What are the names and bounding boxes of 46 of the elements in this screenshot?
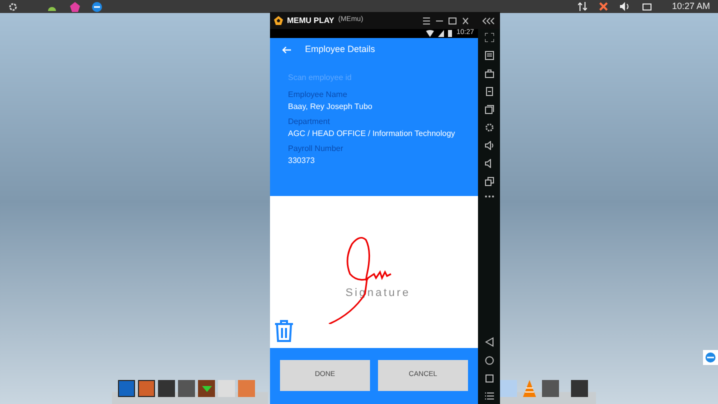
volume-up-icon[interactable] [484,141,494,150]
maximize-icon[interactable] [448,16,457,24]
field-label: Payroll Number [288,143,344,155]
screen-title: Employee Details [305,43,376,56]
back-arrow-icon[interactable] [282,46,291,54]
field-label: Department [288,116,331,128]
recent-apps-icon[interactable] [484,374,494,383]
settings-icon[interactable] [484,123,494,132]
list-icon[interactable] [484,392,494,400]
more-icon[interactable] [484,195,494,198]
switch-app-icon[interactable] [218,380,235,397]
scan-input-field[interactable]: Scan employee id [288,66,460,88]
close-icon[interactable] [461,16,470,24]
clock-text: 10:27 AM [672,0,710,13]
battery-icon[interactable] [642,2,652,11]
network-icon[interactable] [578,2,587,11]
field-label: Employee Name [288,89,348,101]
toolbox-icon[interactable] [484,69,494,78]
gear-icon[interactable] [8,2,18,12]
fullscreen-icon[interactable] [484,33,494,42]
volume-down-icon[interactable] [484,159,494,168]
download-app-icon[interactable] [198,380,215,397]
copy-icon[interactable] [484,177,494,186]
field-value: 330373 [288,156,316,166]
speaker-icon[interactable] [620,2,630,11]
back-icon[interactable] [484,337,494,347]
trash-icon[interactable] [274,320,294,342]
keyboard-icon[interactable] [484,51,494,60]
menu-icon[interactable] [422,16,431,24]
pentagon-icon[interactable] [70,2,80,12]
alert-icon[interactable] [598,2,608,11]
field-value: AGC / HEAD OFFICE / Information Technology [288,129,456,139]
battery-icon [448,30,452,37]
windows-icon[interactable] [484,105,494,114]
window-title: MEMU PLAY [287,14,334,26]
rotate-icon[interactable] [484,87,494,96]
field-value: Baay, Rey Joseph Tubo [288,102,374,112]
wifi-icon [426,30,434,37]
collapse-icon[interactable] [482,16,496,24]
monitor-app-icon[interactable] [118,380,135,397]
signal-icon [438,30,444,37]
media-app-icon[interactable] [138,380,155,397]
traffic-cone-icon[interactable] [521,380,538,397]
home-icon[interactable] [484,356,494,365]
logo-icon [274,16,283,25]
remote-control-icon[interactable] [92,2,102,12]
